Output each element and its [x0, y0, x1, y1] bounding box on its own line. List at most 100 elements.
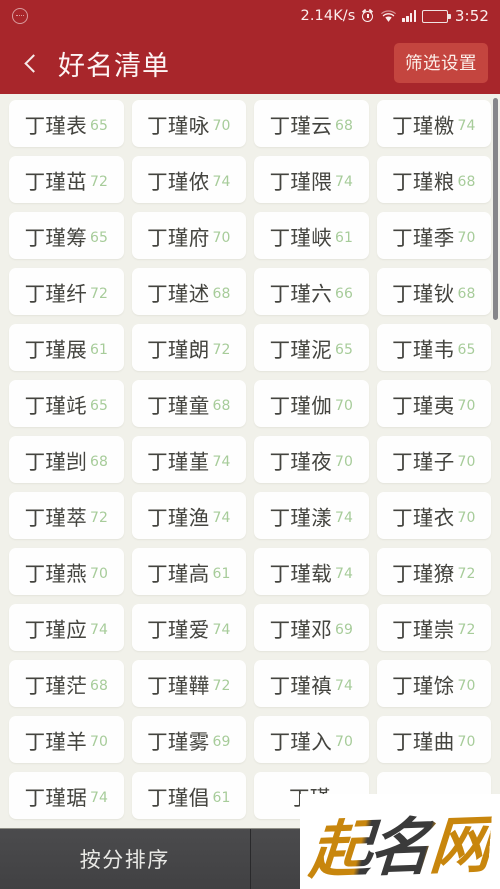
name-card-label: 丁瑾载 — [269, 561, 333, 586]
name-card[interactable]: 丁瑾述 68 — [131, 268, 246, 315]
name-card-score: 70 — [212, 229, 231, 246]
name-list-area: 丁瑾表 65 丁瑾咏 70 丁瑾云 68 丁瑾檄 74 丁瑾茁 72 丁瑾侬 74 丁瑾隈 74 丁瑾粮 68… — [0, 94, 500, 889]
name-card[interactable]: 丁瑾粮 68 — [376, 156, 491, 203]
name-card[interactable]: 丁瑾隈 74 — [254, 156, 369, 203]
filter-settings-button[interactable]: 筛选设置 — [394, 43, 488, 83]
name-card[interactable]: 丁瑾朗 72 — [131, 324, 246, 371]
name-card[interactable]: 丁瑾曲 70 — [376, 716, 491, 763]
name-card[interactable]: 丁瑾茁 72 — [9, 156, 124, 203]
name-card[interactable]: 丁瑾展 61 — [9, 324, 124, 371]
name-card-score: 72 — [457, 565, 476, 582]
name-card[interactable]: 丁瑾竓 65 — [9, 380, 124, 427]
name-card-score: 69 — [335, 621, 353, 638]
name-card[interactable]: 丁瑾纤 72 — [9, 268, 124, 315]
name-card[interactable]: 丁瑾倡 61 — [131, 772, 246, 819]
name-card-label: 丁瑾鞾 — [147, 673, 210, 698]
name-card-score: 61 — [90, 341, 108, 358]
name-card[interactable]: 丁瑾檄 74 — [376, 100, 491, 147]
sort-by-score-button[interactable]: 按分排序 — [0, 829, 250, 889]
name-card-score: 65 — [457, 341, 476, 358]
name-card-score: 68 — [90, 453, 108, 470]
name-card[interactable]: 丁瑾夜 70 — [254, 436, 369, 483]
name-card[interactable] — [376, 772, 491, 819]
name-card[interactable]: 丁瑾季 70 — [376, 212, 491, 259]
wifi-icon — [381, 9, 397, 23]
name-card-score: 70 — [335, 733, 353, 750]
name-card-label: 丁瑾府 — [147, 225, 210, 250]
app-header: 好名清单 筛选设置 — [0, 32, 500, 94]
name-card-label: 丁瑾羊 — [24, 729, 88, 754]
name-card-label: 丁瑾粮 — [392, 169, 455, 194]
name-card[interactable]: 丁瑾高 61 — [131, 548, 246, 595]
name-card[interactable]: 丁瑾夷 70 — [376, 380, 491, 427]
bottom-toolbar: 按分排序 — [0, 828, 500, 889]
name-card[interactable]: 丁瑾侬 74 — [131, 156, 246, 203]
name-card[interactable]: 丁瑾馀 70 — [376, 660, 491, 707]
name-card-score: 69 — [212, 733, 231, 750]
name-card[interactable]: 丁瑾云 68 — [254, 100, 369, 147]
page-title: 好名清单 — [58, 50, 170, 82]
name-card-score: 61 — [335, 229, 353, 246]
scrollbar-thumb[interactable] — [493, 98, 498, 320]
name-card[interactable]: 丁瑾禛 74 — [254, 660, 369, 707]
name-card[interactable]: 丁瑾崇 72 — [376, 604, 491, 651]
name-card[interactable]: 丁瑾渔 74 — [131, 492, 246, 539]
name-card-score: 72 — [457, 621, 476, 638]
name-card-score: 74 — [212, 509, 231, 526]
name-card-score: 72 — [90, 173, 108, 190]
name-card-score: 68 — [335, 117, 353, 134]
name-card[interactable]: 丁瑾表 65 — [9, 100, 124, 147]
name-card[interactable]: 丁瑾子 70 — [376, 436, 491, 483]
name-card[interactable]: 丁瑾泥 65 — [254, 324, 369, 371]
name-card[interactable]: 丁瑾峡 61 — [254, 212, 369, 259]
name-card[interactable]: 丁瑾琚 74 — [9, 772, 124, 819]
name-card-score: 65 — [90, 397, 108, 414]
name-card-label: 丁瑾泥 — [269, 337, 333, 362]
name-card[interactable]: 丁瑾衣 70 — [376, 492, 491, 539]
name-card[interactable]: 丁瑾童 68 — [131, 380, 246, 427]
bottom-toolbar-second-button[interactable] — [249, 829, 500, 889]
name-card[interactable]: 丁瑾燕 70 — [9, 548, 124, 595]
name-card-label: 丁瑾倡 — [147, 785, 210, 810]
name-card[interactable]: 丁瑾邓 69 — [254, 604, 369, 651]
scrollbar-track[interactable] — [493, 98, 498, 889]
name-card[interactable]: 丁瑾萃 72 — [9, 492, 124, 539]
name-card[interactable]: 丁瑾爱 74 — [131, 604, 246, 651]
name-card[interactable]: 丁瑾漾 74 — [254, 492, 369, 539]
name-card[interactable]: 丁瑾府 70 — [131, 212, 246, 259]
name-card-label: 丁瑾六 — [269, 281, 333, 306]
name-card-score: 66 — [335, 285, 353, 302]
name-card-score: 68 — [212, 397, 231, 414]
name-card[interactable]: 丁瑾鞾 72 — [131, 660, 246, 707]
name-card[interactable]: 丁瑾咏 70 — [131, 100, 246, 147]
name-card-score: 74 — [457, 117, 476, 134]
name-card-label: 丁瑾述 — [147, 281, 210, 306]
name-card-label: 丁瑾表 — [24, 113, 88, 138]
name-card[interactable]: 丁瑾载 74 — [254, 548, 369, 595]
name-card-label: 丁瑾朗 — [147, 337, 210, 362]
name-card[interactable]: 丁瑾伽 70 — [254, 380, 369, 427]
name-card[interactable]: 丁瑾雾 69 — [131, 716, 246, 763]
name-card[interactable]: 丁瑾獠 72 — [376, 548, 491, 595]
name-card[interactable]: 丁瑾羊 70 — [9, 716, 124, 763]
name-card[interactable]: 丁瑾六 66 — [254, 268, 369, 315]
name-card-score: 70 — [90, 565, 108, 582]
name-card-label: 丁瑾子 — [392, 449, 455, 474]
back-button[interactable] — [14, 44, 48, 82]
name-card[interactable]: 丁瑾筹 65 — [9, 212, 124, 259]
name-card-score: 70 — [457, 453, 476, 470]
name-card[interactable]: 丁瑾 — [254, 772, 369, 819]
name-card[interactable]: 丁瑾茫 68 — [9, 660, 124, 707]
name-card[interactable]: 丁瑾入 70 — [254, 716, 369, 763]
name-card-label: 丁瑾伽 — [269, 393, 333, 418]
name-card[interactable]: 丁瑾韦 65 — [376, 324, 491, 371]
name-card[interactable]: 丁瑾堇 74 — [131, 436, 246, 483]
name-card-label: 丁瑾侬 — [147, 169, 210, 194]
name-card[interactable]: 丁瑾钬 68 — [376, 268, 491, 315]
name-card-score: 74 — [335, 173, 353, 190]
name-card[interactable]: 丁瑾应 74 — [9, 604, 124, 651]
name-card-score: 70 — [457, 397, 476, 414]
name-card-label: 丁瑾隈 — [269, 169, 333, 194]
name-card-score: 72 — [90, 509, 108, 526]
name-card[interactable]: 丁瑾剀 68 — [9, 436, 124, 483]
